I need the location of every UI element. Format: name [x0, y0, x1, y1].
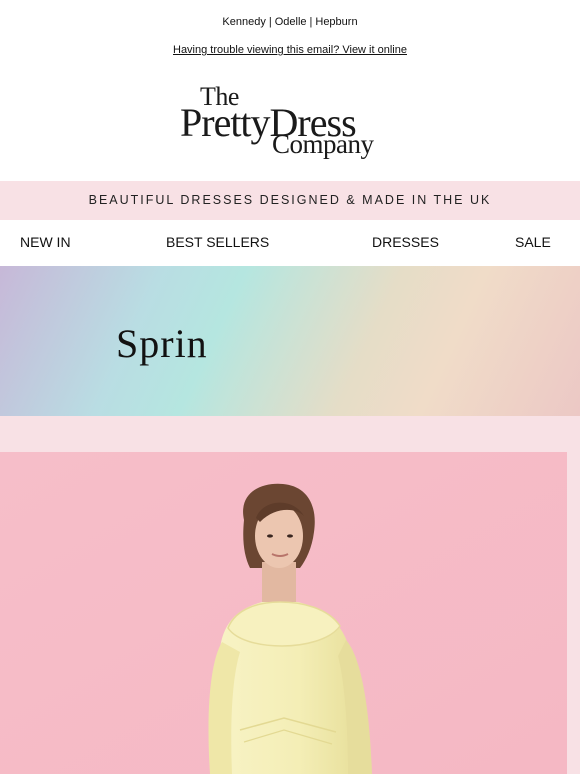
- main-nav: NEW IN BEST SELLERS DRESSES SALE: [0, 220, 580, 266]
- nav-sale[interactable]: SALE: [515, 234, 551, 250]
- brand-link-hepburn[interactable]: Hepburn: [315, 16, 357, 28]
- hero-banner[interactable]: Sprin: [0, 266, 580, 416]
- separator: |: [268, 16, 272, 28]
- view-online-bar: Having trouble viewing this email? View …: [0, 44, 580, 56]
- tagline-banner: BEAUTIFUL DRESSES DESIGNED & MADE IN THE…: [0, 181, 580, 220]
- view-online-link[interactable]: Having trouble viewing this email? View …: [173, 44, 407, 56]
- brand-link-kennedy[interactable]: Kennedy: [222, 16, 265, 28]
- hero-word: Sprin: [116, 321, 208, 366]
- model-photo[interactable]: [0, 452, 567, 774]
- nav-new-in[interactable]: NEW IN: [20, 234, 71, 250]
- brand-links: Kennedy | Odelle | Hepburn: [0, 16, 580, 28]
- nav-dresses[interactable]: DRESSES: [372, 234, 439, 250]
- brand-link-odelle[interactable]: Odelle: [275, 16, 307, 28]
- nav-best-sellers[interactable]: BEST SELLERS: [166, 234, 269, 250]
- logo-line-company: Company: [272, 129, 374, 159]
- logo[interactable]: The PrettyDress Company: [180, 82, 400, 164]
- eye-left: [267, 534, 273, 538]
- eye-right: [287, 534, 293, 538]
- model-illustration: [0, 452, 567, 774]
